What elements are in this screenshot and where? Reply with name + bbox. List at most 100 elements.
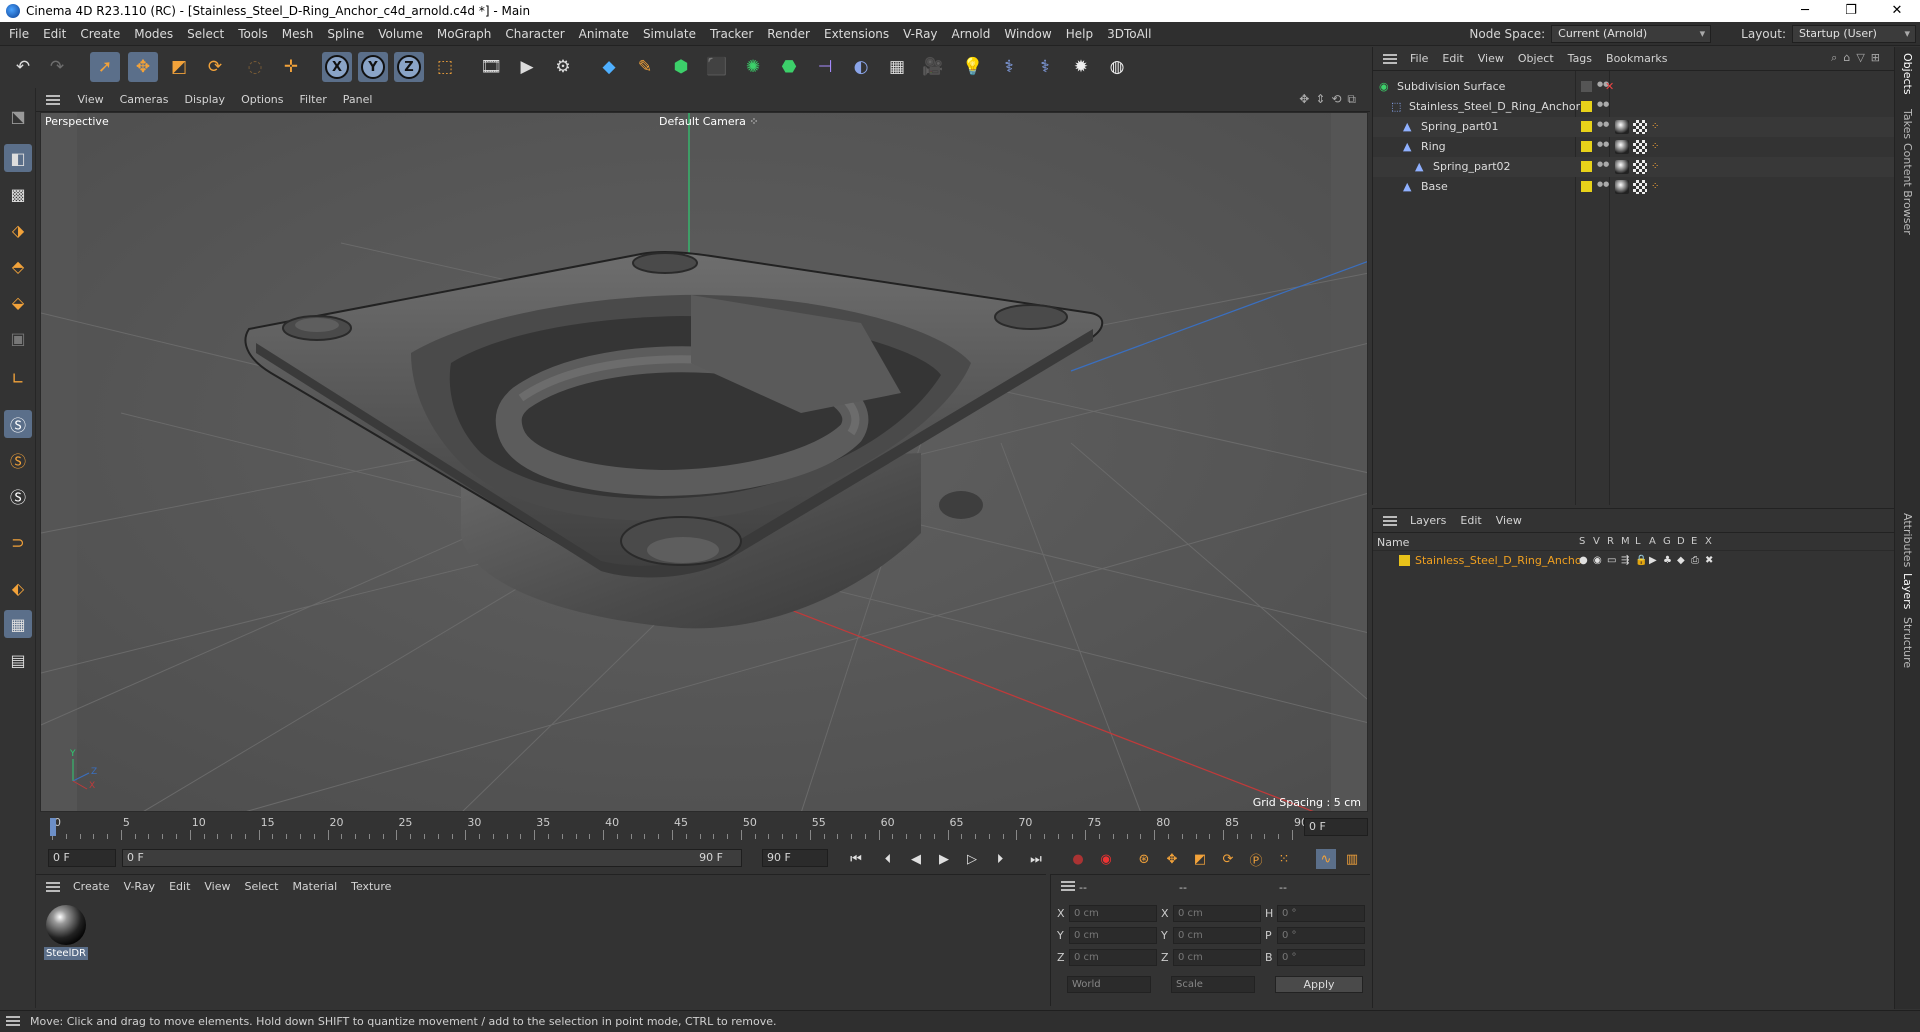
object-menu-tags[interactable]: Tags <box>1561 47 1599 71</box>
visibility-dots-icon[interactable]: ●● <box>1597 161 1609 168</box>
viewport-menu-panel[interactable]: Panel <box>335 88 381 112</box>
timeline-window-icon[interactable]: ▥ <box>1342 849 1362 869</box>
coord-rotation-field[interactable]: 0 ° <box>1277 927 1365 944</box>
minimize-button[interactable]: ─ <box>1782 0 1828 22</box>
layer-color-swatch[interactable] <box>1581 81 1592 92</box>
make-editable-icon[interactable]: ⬔ <box>4 102 32 130</box>
material-tag-icon[interactable] <box>1615 180 1629 194</box>
layer-color-swatch[interactable] <box>1581 141 1592 152</box>
menu-help[interactable]: Help <box>1059 22 1100 46</box>
menu-mesh[interactable]: Mesh <box>275 22 321 46</box>
play-icon[interactable]: ▶ <box>934 849 954 869</box>
object-menu-edit[interactable]: Edit <box>1435 47 1470 71</box>
apply-button[interactable]: Apply <box>1275 976 1363 993</box>
menu-animate[interactable]: Animate <box>572 22 636 46</box>
texture-tag-icon[interactable] <box>1633 160 1647 174</box>
redo-icon[interactable]: ↷ <box>42 52 72 82</box>
object-row[interactable]: ▲ Base ●● ⁘ <box>1373 177 1895 197</box>
layer-color-swatch[interactable] <box>1581 181 1592 192</box>
coord-size-field[interactable]: 0 cm <box>1173 905 1261 922</box>
material-tag-icon[interactable] <box>1615 160 1629 174</box>
extrude-icon[interactable]: ⬛ <box>702 52 732 82</box>
disabled-cross-icon[interactable]: ✕ <box>1605 77 1614 97</box>
material-menu-view[interactable]: View <box>197 875 237 899</box>
settings-gear-icon[interactable]: ✹ <box>1066 52 1096 82</box>
close-button[interactable]: ✕ <box>1874 0 1920 22</box>
live-selection-icon[interactable]: ◌ <box>240 52 270 82</box>
layer-color-swatch[interactable] <box>1399 555 1410 566</box>
key-selection-icon[interactable]: ⊛ <box>1134 849 1154 869</box>
visibility-dots-icon[interactable]: ●● <box>1597 81 1609 88</box>
menu-window[interactable]: Window <box>997 22 1058 46</box>
object-menu-bookmarks[interactable]: Bookmarks <box>1599 47 1674 71</box>
spline-pen-icon[interactable]: ✎ <box>630 52 660 82</box>
arnold-tag-icon[interactable]: ⁘ <box>1651 157 1659 177</box>
visibility-dots-icon[interactable]: ●● <box>1597 141 1609 148</box>
locked-workplane-icon[interactable]: ▤ <box>4 646 32 674</box>
scale-tool-icon[interactable]: ◩ <box>164 52 194 82</box>
side-tab-takes[interactable]: Takes <box>1901 109 1914 139</box>
workplane-icon[interactable]: ⬖ <box>4 574 32 602</box>
coord-mode-dropdown[interactable]: Scale <box>1171 976 1255 993</box>
menu-arnold[interactable]: Arnold <box>945 22 998 46</box>
playhead-marker[interactable] <box>50 818 56 836</box>
object-search-icons[interactable]: ⌕⌂▽⊞ <box>1831 51 1886 65</box>
object-manager-menu-icon[interactable] <box>1383 54 1397 64</box>
y-axis-toggle[interactable]: Y <box>358 52 388 82</box>
side-tab-structure[interactable]: Structure <box>1901 617 1914 668</box>
menu-modes[interactable]: Modes <box>127 22 180 46</box>
coordinate-system-icon[interactable]: ⬚ <box>430 52 460 82</box>
go-to-end-icon[interactable]: ⏭ <box>1026 849 1046 869</box>
cloner-icon[interactable]: ✺ <box>738 52 768 82</box>
object-row[interactable]: ▲ Ring ●● ⁘ <box>1373 137 1895 157</box>
edge-mode-icon[interactable]: ⬘ <box>4 252 32 280</box>
texture-tag-icon[interactable] <box>1633 140 1647 154</box>
mograph-icon[interactable]: ⬣ <box>774 52 804 82</box>
render-settings-icon[interactable]: ⚙ <box>548 52 578 82</box>
max-frame-field[interactable]: 90 F <box>762 849 828 867</box>
node-space-dropdown[interactable]: Current (Arnold) <box>1551 25 1712 43</box>
viewport-menu-icon[interactable] <box>46 95 60 105</box>
select-tool-icon[interactable]: ➚ <box>90 52 120 82</box>
object-menu-file[interactable]: File <box>1403 47 1435 71</box>
menu-simulate[interactable]: Simulate <box>636 22 703 46</box>
layout-dropdown[interactable]: Startup (User) <box>1792 25 1916 43</box>
layer-color-swatch[interactable] <box>1581 161 1592 172</box>
camera-label[interactable]: Default Camera ⁘ <box>659 115 759 128</box>
generators-icon[interactable]: ♣ <box>1663 551 1672 571</box>
material-menu-create[interactable]: Create <box>66 875 117 899</box>
visibility-dots-icon[interactable]: ●● <box>1597 101 1609 108</box>
menu-volume[interactable]: Volume <box>371 22 430 46</box>
arnold-tag-icon[interactable]: ⁘ <box>1651 137 1659 157</box>
render-region-icon[interactable]: 🎞 <box>476 52 506 82</box>
rotate-tool-icon[interactable]: ⟳ <box>200 52 230 82</box>
view-icon[interactable]: ◉ <box>1593 551 1602 571</box>
python-script-icon[interactable]: ⚕ <box>1030 52 1060 82</box>
polygon-mode-icon[interactable]: ⬙ <box>4 288 32 316</box>
snap-icon[interactable]: Ⓢ <box>4 410 32 438</box>
object-row[interactable]: ▲ Spring_part01 ●● ⁘ <box>1373 117 1895 137</box>
axis-mode-icon[interactable]: ∟ <box>4 364 32 392</box>
preview-range-slider[interactable]: 0 F 90 F <box>122 849 742 867</box>
texture-tag-icon[interactable] <box>1633 180 1647 194</box>
coord-size-field[interactable]: 0 cm <box>1173 949 1261 966</box>
previous-frame-icon[interactable]: ◀ <box>906 849 926 869</box>
coords-menu-icon[interactable] <box>1061 881 1075 891</box>
transform-icon[interactable]: ✛ <box>276 52 306 82</box>
cube-primitive-icon[interactable]: ◆ <box>594 52 624 82</box>
grid-workplane-icon[interactable]: ▦ <box>4 610 32 638</box>
texture-mode-icon[interactable]: ▩ <box>4 180 32 208</box>
expressions-icon[interactable]: ⎙ <box>1691 551 1699 571</box>
arnold-tag-icon[interactable]: ⁘ <box>1651 177 1659 197</box>
min-frame-field[interactable]: 0 F <box>48 849 116 867</box>
3d-viewport[interactable]: Perspective Default Camera ⁘ Grid Spacin… <box>40 112 1368 812</box>
layer-menu-layers[interactable]: Layers <box>1403 509 1453 533</box>
render-icon[interactable]: ▭ <box>1607 551 1616 571</box>
visibility-dots-icon[interactable]: ●● <box>1597 181 1609 188</box>
object-row[interactable]: ⬚ Stainless_Steel_D_Ring_Anchor ●● <box>1373 97 1895 117</box>
quantize-icon[interactable]: Ⓢ <box>4 482 32 510</box>
material-menu-select[interactable]: Select <box>238 875 286 899</box>
viewport-nav-icons[interactable]: ✥⇕⟲⧉ <box>1299 92 1362 107</box>
camera-icon[interactable]: 🎥 <box>918 52 948 82</box>
uv-mode-icon[interactable]: ▣ <box>4 324 32 352</box>
